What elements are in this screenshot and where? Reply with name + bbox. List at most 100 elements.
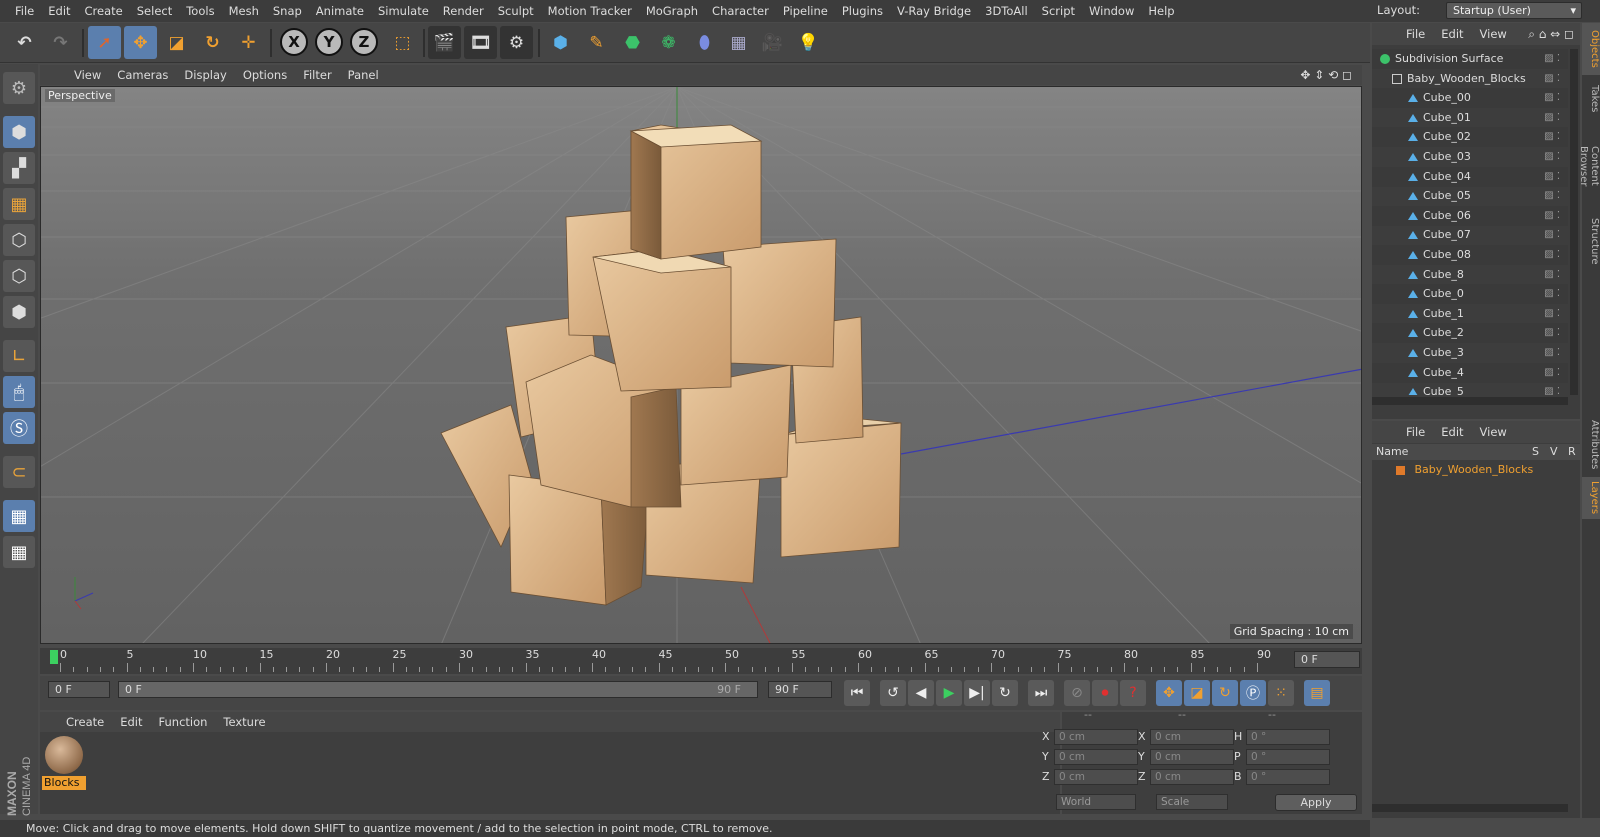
- visibility-toggle-icon[interactable]: ▨ ⁚: [1544, 108, 1560, 128]
- scale-tool-icon[interactable]: ◪: [160, 26, 193, 59]
- visibility-toggle-icon[interactable]: ▨ ⁚: [1544, 167, 1560, 187]
- visibility-toggle-icon[interactable]: ▨ ⁚: [1544, 127, 1560, 147]
- object-list-vertical-scrollbar[interactable]: [1570, 49, 1578, 395]
- tab-layers[interactable]: Layers: [1582, 477, 1600, 519]
- viewport-navigation-icon[interactable]: ✥ ⇕ ⟲ ◻: [1300, 68, 1352, 82]
- visibility-toggle-icon[interactable]: ▨ ⁚: [1544, 265, 1560, 285]
- object-list-item[interactable]: Cube_02 ▨ ⁚: [1372, 127, 1568, 148]
- object-list-item[interactable]: Cube_1 ▨ ⁚: [1372, 304, 1568, 324]
- object-list-item[interactable]: Baby_Wooden_Blocks ▨ ⁚: [1372, 69, 1568, 89]
- start-frame-field[interactable]: 0 F: [48, 681, 110, 698]
- menu-file[interactable]: File: [8, 4, 41, 18]
- rotation-h-field[interactable]: 0 °: [1246, 729, 1330, 745]
- menu-mograph[interactable]: MoGraph: [639, 4, 705, 18]
- coordinate-system-icon[interactable]: ⬚: [386, 26, 419, 59]
- object-list-item[interactable]: Cube_4 ▨ ⁚: [1372, 362, 1568, 383]
- position-y-field[interactable]: 0 cm: [1054, 749, 1138, 765]
- visibility-toggle-icon[interactable]: ▨ ⁚: [1544, 225, 1560, 245]
- size-x-field[interactable]: 0 cm: [1150, 729, 1234, 745]
- axis-mode-icon[interactable]: ∟: [3, 340, 35, 372]
- menu-character[interactable]: Character: [705, 4, 776, 18]
- object-list-item[interactable]: Cube_07 ▨ ⁚: [1372, 225, 1568, 245]
- visibility-toggle-icon[interactable]: ▨ ⁚: [1544, 186, 1560, 206]
- menu-select[interactable]: Select: [130, 4, 179, 18]
- layer-color-swatch[interactable]: [1396, 465, 1405, 475]
- magnet-icon[interactable]: ⊂: [3, 456, 35, 488]
- coordinate-system-dropdown[interactable]: World: [1056, 794, 1136, 810]
- viewport-menu-panel[interactable]: Panel: [340, 68, 387, 82]
- position-z-field[interactable]: 0 cm: [1054, 769, 1138, 785]
- autokey-icon[interactable]: ?: [1120, 680, 1146, 706]
- pen-spline-icon[interactable]: ✎: [580, 26, 613, 59]
- z-axis-lock-button[interactable]: Z: [350, 28, 378, 56]
- live-selection-icon[interactable]: ➚: [88, 26, 121, 59]
- menu-3dtoall[interactable]: 3DToAll: [978, 4, 1035, 18]
- tab-structure[interactable]: Structure: [1582, 213, 1600, 269]
- viewport-menu-display[interactable]: Display: [176, 68, 234, 82]
- visibility-toggle-icon[interactable]: ▨ ⁚: [1544, 69, 1560, 89]
- x-axis-lock-button[interactable]: X: [280, 28, 308, 56]
- tab-objects[interactable]: Objects: [1582, 23, 1600, 75]
- wooden-blocks-model[interactable]: [41, 87, 1362, 644]
- object-list-item[interactable]: Cube_04 ▨ ⁚: [1372, 166, 1568, 187]
- perspective-viewport[interactable]: Perspective Grid Spacing : 10 cm: [40, 86, 1362, 644]
- redo-icon[interactable]: ↷: [44, 26, 77, 59]
- layout-dropdown[interactable]: Startup (User) ▾: [1446, 2, 1582, 19]
- next-frame-icon[interactable]: ▶|: [964, 680, 990, 706]
- menu-animate[interactable]: Animate: [309, 4, 371, 18]
- object-list-item[interactable]: Cube_5 ▨ ⁚: [1372, 382, 1568, 395]
- material-menu-texture[interactable]: Texture: [215, 715, 273, 729]
- planar-workplane-icon[interactable]: ▦: [3, 536, 35, 568]
- menu-snap[interactable]: Snap: [266, 4, 309, 18]
- render-view-icon[interactable]: 🎬: [428, 26, 461, 59]
- rotation-p-field[interactable]: 0 °: [1246, 749, 1330, 765]
- menu-help[interactable]: Help: [1141, 4, 1181, 18]
- play-icon[interactable]: ▶: [936, 680, 962, 706]
- object-list-item[interactable]: Cube_00 ▨ ⁚: [1372, 88, 1568, 109]
- object-list-item[interactable]: Cube_03 ▨ ⁚: [1372, 147, 1568, 167]
- rotation-b-field[interactable]: 0 °: [1246, 769, 1330, 785]
- make-editable-icon[interactable]: ⚙: [3, 72, 35, 104]
- edges-mode-icon[interactable]: ⬡: [3, 260, 35, 292]
- layer-list-horizontal-scrollbar[interactable]: [1372, 804, 1568, 812]
- menu-script[interactable]: Script: [1035, 4, 1082, 18]
- subdivision-generator-icon[interactable]: ⬣: [616, 26, 649, 59]
- objects-menu-file[interactable]: File: [1398, 27, 1433, 41]
- viewport-menu-view[interactable]: View: [66, 68, 109, 82]
- menu-simulate[interactable]: Simulate: [371, 4, 436, 18]
- objects-menu-view[interactable]: View: [1472, 27, 1515, 41]
- layers-menu-edit[interactable]: Edit: [1433, 425, 1471, 439]
- object-list-item[interactable]: Subdivision Surface ▨ ⁚: [1372, 49, 1568, 69]
- menu-mesh[interactable]: Mesh: [222, 4, 266, 18]
- object-list-item[interactable]: Cube_8 ▨ ⁚: [1372, 265, 1568, 285]
- layer-row[interactable]: Baby_Wooden_Blocks: [1372, 461, 1580, 479]
- menu-sculpt[interactable]: Sculpt: [491, 4, 541, 18]
- menu-create[interactable]: Create: [78, 4, 130, 18]
- size-y-field[interactable]: 0 cm: [1150, 749, 1234, 765]
- record-keys-icon[interactable]: ⏺: [1092, 680, 1118, 706]
- light-icon[interactable]: 💡: [792, 26, 825, 59]
- menu-render[interactable]: Render: [436, 4, 491, 18]
- layers-menu-view[interactable]: View: [1472, 425, 1515, 439]
- keyframe-selection-icon[interactable]: ⊘: [1064, 680, 1090, 706]
- material-menu-edit[interactable]: Edit: [112, 715, 150, 729]
- object-list-horizontal-scrollbar[interactable]: [1372, 397, 1568, 405]
- viewport-menu-options[interactable]: Options: [235, 68, 295, 82]
- visibility-toggle-icon[interactable]: ▨ ⁚: [1544, 343, 1560, 363]
- render-picture-viewer-icon[interactable]: 🎞: [464, 26, 497, 59]
- apply-button[interactable]: Apply: [1275, 794, 1357, 811]
- workplane-mode-icon[interactable]: ▦: [3, 188, 35, 220]
- key-pla-icon[interactable]: ⁙: [1268, 680, 1294, 706]
- menu-motion-tracker[interactable]: Motion Tracker: [541, 4, 639, 18]
- object-list-item[interactable]: Cube_0 ▨ ⁚: [1372, 284, 1568, 305]
- key-parameter-icon[interactable]: Ⓟ: [1240, 680, 1266, 706]
- floor-environment-icon[interactable]: ▦: [722, 26, 755, 59]
- visibility-toggle-icon[interactable]: ▨ ⁚: [1544, 49, 1560, 69]
- y-axis-lock-button[interactable]: Y: [315, 28, 343, 56]
- cube-object-icon[interactable]: ⬢: [544, 26, 577, 59]
- object-list-item[interactable]: Cube_05 ▨ ⁚: [1372, 186, 1568, 206]
- menu-window[interactable]: Window: [1082, 4, 1141, 18]
- timeline-window-icon[interactable]: ▤: [1304, 680, 1330, 706]
- texture-mode-icon[interactable]: ▞: [3, 152, 35, 184]
- snap-icon[interactable]: Ⓢ: [3, 412, 35, 444]
